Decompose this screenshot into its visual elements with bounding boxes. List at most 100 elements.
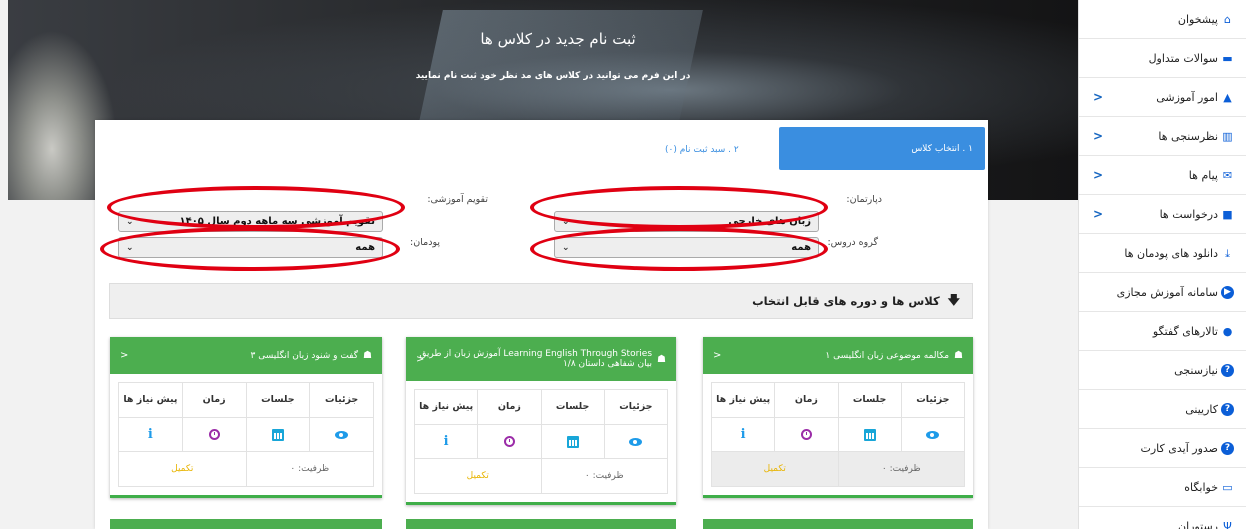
highlight-oval-calendar [107, 186, 405, 229]
capacity-text: ظرفیت: ۰ [290, 464, 330, 474]
table-header-cell: زمان [181, 383, 246, 417]
prerequisites-button[interactable]: i [712, 417, 775, 451]
sidebar: ⌂ پیشخوان ▬ سوالات متداول ▲ امور آموزشی < ▥ نظرس… [1078, 0, 1246, 529]
chevron-left-icon: < [1093, 90, 1104, 104]
class-card: ☗ Learning English Through Stories آموزش … [406, 337, 676, 505]
calendar-icon [271, 428, 284, 441]
class-card: ☗ گفت و شنود زبان انگلیسی ۳ < جزئیات جلسات زم… [110, 337, 382, 498]
sidebar-item-label: پیشخوان [1177, 12, 1218, 26]
question-circle-icon: ? [1221, 402, 1234, 416]
sidebar-item-label: سوالات متداول [1148, 51, 1218, 65]
status-badge: تکمیل [119, 452, 247, 486]
sidebar-item-label: تالارهای گفتگو [1152, 324, 1218, 338]
table-header-cell: پیش نیاز ها [419, 401, 474, 412]
sidebar-item-label: کاریینی [1185, 402, 1218, 416]
chevron-left-icon: < [1093, 129, 1104, 143]
capacity-text: ظرفیت: ۰ [584, 471, 624, 481]
sidebar-item[interactable]: ? کاریینی [1079, 390, 1246, 429]
highlight-oval-department [530, 186, 828, 229]
calendar-icon [566, 435, 579, 448]
sidebar-item-label: درخواست ها [1159, 207, 1218, 221]
sidebar-item[interactable]: ▶ سامانه آموزش مجازی [1079, 273, 1246, 312]
clock-icon [503, 436, 515, 447]
bar-chart-icon: ▥ [1222, 129, 1233, 143]
eye-icon [629, 437, 643, 446]
page-title: ثبت نام جدید در کلاس ها [480, 30, 636, 48]
calendar-label: تقویم آموزشی: [427, 194, 488, 205]
class-card-table: جزئیات جلسات زمان پیش نیاز ها i ظرفیت: ۰ تکمیل [118, 382, 374, 487]
sessions-button[interactable] [245, 417, 310, 451]
comment-icon: ■ [1222, 207, 1233, 221]
sidebar-item-label: پیام ها [1188, 168, 1218, 182]
sessions-button[interactable] [540, 424, 604, 458]
table-header-cell: جلسات [245, 383, 310, 417]
class-card: ☗ مکالمه موضوعی زبان انگلیسی ۱ < جزئیات جلسا… [703, 337, 973, 498]
sidebar-item[interactable]: ● تالارهای گفتگو [1079, 312, 1246, 351]
class-card-title: گفت و شنود زبان انگلیسی ۳ [250, 350, 359, 361]
details-button[interactable] [603, 424, 667, 458]
chevron-left-icon: < [416, 353, 425, 365]
bed-icon: ▭ [1222, 480, 1233, 494]
course-group-label: گروه دروس: [827, 237, 878, 248]
time-button[interactable] [477, 424, 541, 458]
sidebar-item[interactable]: ▬ سوالات متداول [1079, 39, 1246, 78]
sidebar-item-label: سامانه آموزش مجازی [1116, 285, 1218, 299]
class-card-table: جزئیات جلسات زمان پیش نیاز ها i ظرفیت: ۰ تکمیل [711, 382, 965, 487]
sidebar-item[interactable]: ▲ امور آموزشی < [1079, 78, 1246, 117]
question-circle-icon: ? [1221, 363, 1234, 377]
class-card-title: مکالمه موضوعی زبان انگلیسی ۱ [825, 350, 950, 361]
class-card-header[interactable]: ☗ مکالمه موضوعی زبان انگلیسی ۱ < [703, 337, 973, 374]
sidebar-item[interactable]: Ψ رستوران [1079, 507, 1246, 529]
class-card-table: جزئیات جلسات زمان پیش نیاز ها i ظرفیت: ۰ تکمیل [414, 389, 668, 494]
clock-icon [208, 429, 220, 440]
highlight-oval-course-group [530, 227, 828, 271]
prerequisites-button[interactable]: i [415, 424, 478, 458]
details-button[interactable] [309, 417, 373, 451]
graduation-cap-icon: ☗ [657, 353, 666, 365]
class-card-header[interactable]: ☗ Learning English Through Stories آموزش … [406, 337, 676, 381]
time-button[interactable] [181, 417, 246, 451]
table-header-cell: زمان [774, 383, 837, 417]
sidebar-item[interactable]: ? نیازسنجی [1079, 351, 1246, 390]
graduation-cap-icon: ▲ [1223, 90, 1232, 104]
sidebar-item-label: صدور آیدی کارت [1140, 441, 1219, 455]
sessions-button[interactable] [837, 417, 901, 451]
details-button[interactable] [900, 417, 964, 451]
step-cart[interactable]: ۲ . سبد ثبت نام (۰) [665, 145, 739, 155]
sidebar-item-label: خوابگاه [1184, 480, 1218, 494]
page-subtitle: در این فرم می توانید در کلاس های مد نظر … [415, 71, 691, 81]
users-icon: ● [1222, 324, 1233, 338]
download-icon: ⤓ [1225, 246, 1230, 260]
available-classes-bar[interactable]: 🡇 کلاس ها و دوره های قابل انتخاب [109, 283, 973, 319]
sidebar-item[interactable]: ? صدور آیدی کارت [1079, 429, 1246, 468]
eye-icon [335, 430, 349, 439]
play-circle-icon: ▶ [1221, 285, 1234, 299]
graduation-cap-icon: ☗ [363, 350, 372, 361]
envelope-icon: ✉ [1222, 168, 1233, 182]
highlight-oval-module [100, 227, 400, 271]
department-label: دپارتمان: [846, 194, 882, 205]
sidebar-item[interactable]: ⌂ پیشخوان [1079, 0, 1246, 39]
sidebar-item-label: نظرسنجی ها [1158, 129, 1218, 143]
class-card-header[interactable]: ☗ گفت و شنود زبان انگلیسی ۳ < [110, 337, 382, 374]
available-classes-title: کلاس ها و دوره های قابل انتخاب [752, 294, 940, 308]
calendar-icon [863, 428, 876, 441]
table-header-cell: جزئیات [309, 383, 373, 417]
sidebar-item-label: دانلود های پودمان ها [1124, 246, 1218, 260]
eye-icon [926, 430, 940, 439]
sidebar-item[interactable]: ■ درخواست ها < [1079, 195, 1246, 234]
sidebar-item[interactable]: ⤓ دانلود های پودمان ها [1079, 234, 1246, 273]
graduation-cap-icon: ☗ [954, 350, 963, 361]
chevron-left-icon: < [713, 350, 722, 361]
status-badge: تکمیل [712, 452, 839, 486]
table-header-cell: جلسات [540, 390, 604, 424]
capacity-text: ظرفیت: ۰ [881, 464, 921, 474]
sidebar-item[interactable]: ▭ خوابگاه [1079, 468, 1246, 507]
sidebar-item[interactable]: ✉ پیام ها < [1079, 156, 1246, 195]
prerequisites-button[interactable]: i [119, 417, 182, 451]
time-button[interactable] [774, 417, 838, 451]
sidebar-item-label: رستوران [1178, 519, 1218, 529]
card-strip [406, 519, 676, 529]
sidebar-item[interactable]: ▥ نظرسنجی ها < [1079, 117, 1246, 156]
step-select-class[interactable]: ۱ . انتخاب کلاس [779, 127, 985, 170]
